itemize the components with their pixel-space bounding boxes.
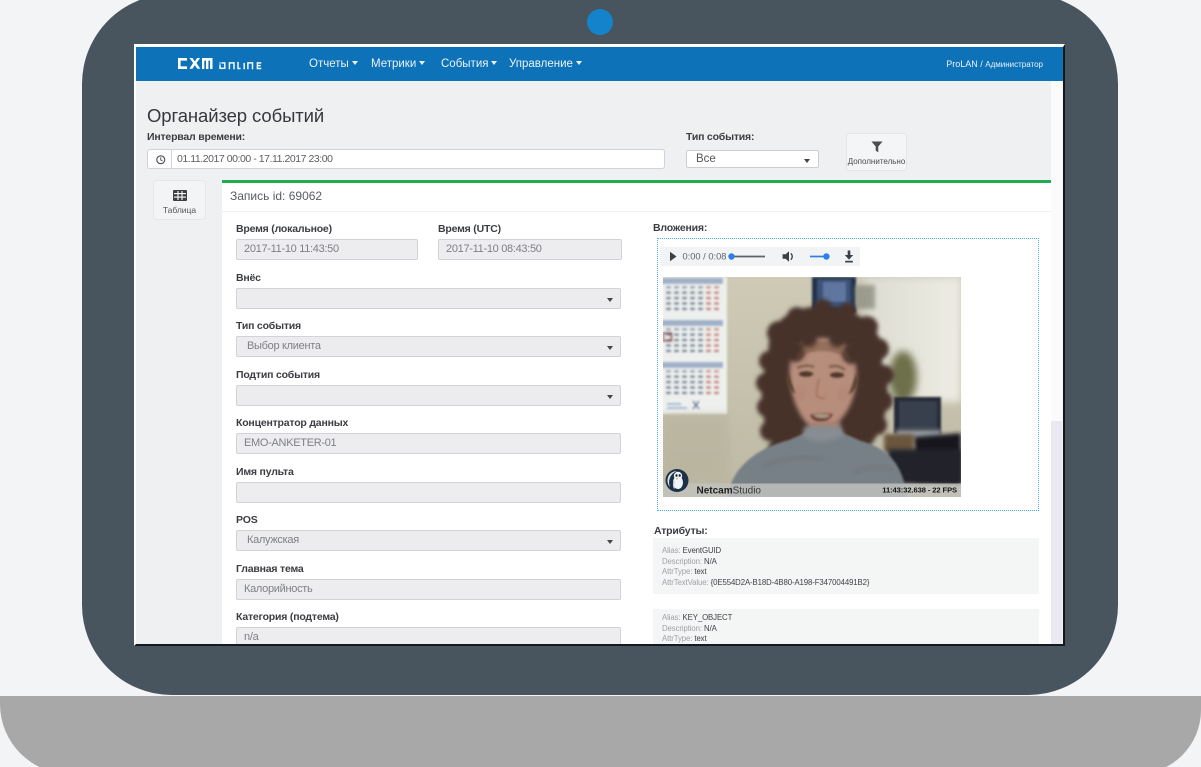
svg-text:0:00 / 0:08: 0:00 / 0:08	[683, 252, 727, 262]
svg-text:NetcamStudio: NetcamStudio	[697, 486, 762, 497]
svg-text:11:43:32.638 - 22 FPS: 11:43:32.638 - 22 FPS	[882, 486, 957, 495]
